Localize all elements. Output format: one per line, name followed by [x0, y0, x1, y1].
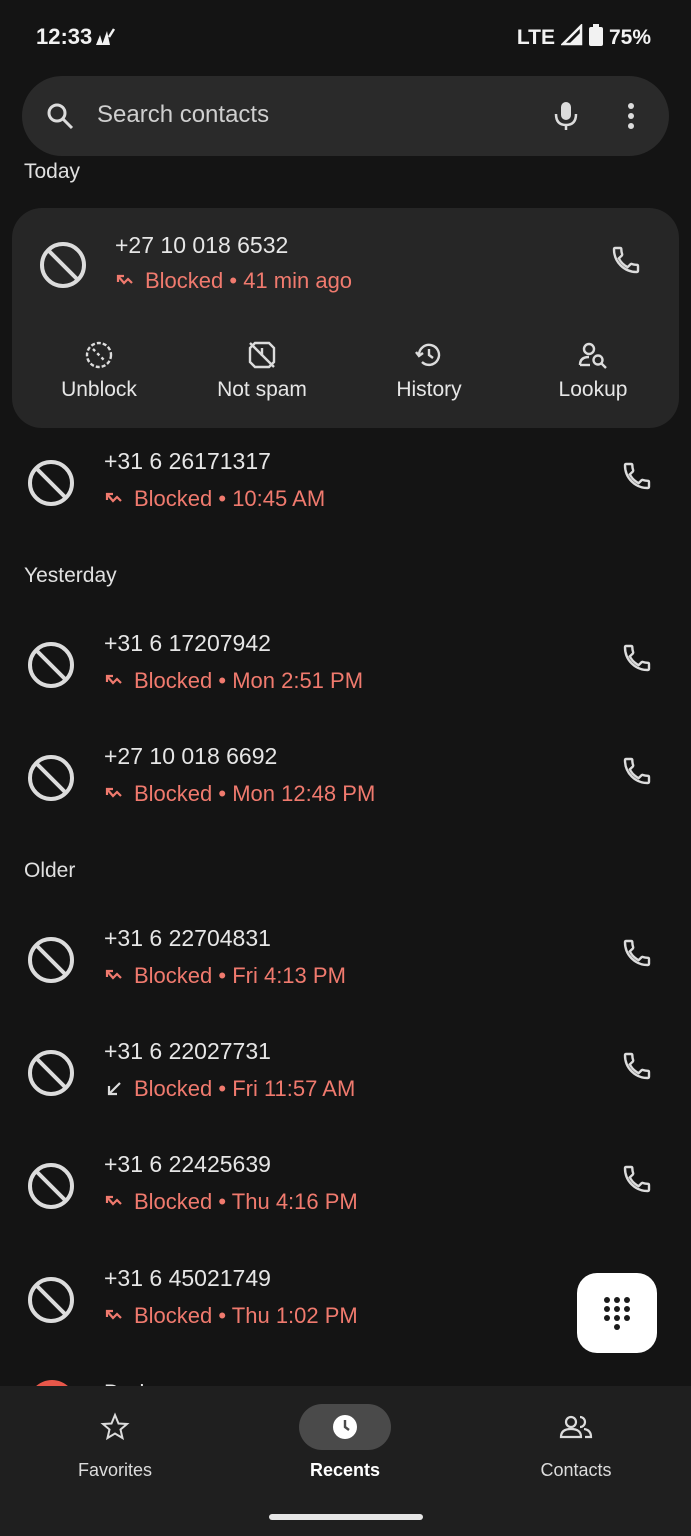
- missed-call-icon: [105, 1195, 122, 1206]
- call-number: +31 6 45021749: [104, 1265, 271, 1291]
- call-status: Blocked • Fri 11:57 AM: [104, 1076, 355, 1102]
- call-row[interactable]: +31 6 22425639 Blocked • Thu 4:16 PM: [0, 1133, 691, 1233]
- active-indicator: [299, 1404, 391, 1450]
- lookup-label: Lookup: [558, 378, 628, 401]
- section-header-today: Today: [24, 160, 81, 183]
- missed-call-icon: [105, 787, 122, 798]
- call-status-text: Blocked • 41 min ago: [145, 268, 353, 293]
- not-spam-icon: [248, 341, 276, 369]
- network-label: LTE: [516, 26, 555, 49]
- status-time: 12:33: [36, 24, 93, 49]
- call-status: Blocked • Mon 2:51 PM: [104, 668, 363, 694]
- search-icon: [46, 102, 74, 135]
- call-status: Blocked • 41 min ago: [115, 268, 352, 294]
- more-options-icon[interactable]: [621, 100, 641, 137]
- status-bar: 12:33 LTE 75%: [0, 0, 691, 76]
- call-button[interactable]: [621, 1050, 653, 1087]
- blocked-icon: [26, 1275, 76, 1330]
- dialpad-icon: [604, 1297, 630, 1330]
- call-button[interactable]: [621, 1163, 653, 1200]
- call-row[interactable]: +27 10 018 6692 Blocked • Mon 12:48 PM: [0, 725, 691, 825]
- unblock-button[interactable]: Unblock: [24, 340, 174, 402]
- call-status-text: Blocked • 10:45 AM: [134, 486, 326, 511]
- missed-call-icon: [105, 1309, 122, 1320]
- call-status: Blocked • 10:45 AM: [104, 486, 325, 512]
- call-number: +31 6 17207942: [104, 630, 271, 656]
- missed-call-icon: [105, 969, 122, 980]
- blocked-icon: [26, 753, 76, 808]
- wifi-calling-icon: [94, 27, 118, 52]
- history-label: History: [396, 378, 462, 401]
- blocked-icon: [26, 1161, 76, 1216]
- home-indicator[interactable]: [269, 1514, 423, 1520]
- lookup-icon: [578, 342, 607, 369]
- missed-call-icon: [105, 492, 122, 503]
- call-status-text: Blocked • Fri 11:57 AM: [134, 1076, 356, 1101]
- nav-contacts-label: Contacts: [540, 1460, 612, 1480]
- clock-icon: [333, 1415, 357, 1439]
- phone-recents-screen: 12:33 LTE 75% Search contacts Today +27 …: [0, 0, 691, 1536]
- call-number: +27 10 018 6692: [104, 743, 278, 769]
- call-number: +31 6 26171317: [104, 448, 271, 474]
- status-indicators: LTE 75%: [516, 22, 651, 52]
- call-button[interactable]: [621, 460, 653, 497]
- mic-icon[interactable]: [553, 100, 579, 137]
- nav-contacts[interactable]: Contacts: [496, 1404, 656, 1481]
- nav-favorites[interactable]: Favorites: [35, 1404, 195, 1481]
- star-icon: [100, 1412, 130, 1441]
- nav-recents-label: Recents: [309, 1460, 381, 1480]
- call-status: Blocked • Mon 12:48 PM: [104, 781, 375, 807]
- call-status: Blocked • Fri 4:13 PM: [104, 963, 346, 989]
- blocked-icon: [26, 1048, 76, 1103]
- call-status-text: Blocked • Mon 2:51 PM: [134, 668, 364, 693]
- unblock-icon: [85, 341, 113, 369]
- blocked-icon: [38, 240, 88, 295]
- expanded-call-card[interactable]: +27 10 018 6532 Blocked • 41 min ago Unb…: [12, 208, 679, 428]
- nav-favorites-label: Favorites: [77, 1460, 153, 1480]
- incoming-call-icon: [107, 1082, 121, 1096]
- signal-icon: [559, 22, 583, 52]
- search-input[interactable]: Search contacts: [97, 101, 269, 129]
- not-spam-button[interactable]: Not spam: [187, 340, 337, 402]
- call-button[interactable]: [621, 642, 653, 679]
- call-button[interactable]: [610, 244, 642, 281]
- call-status: Blocked • Thu 1:02 PM: [104, 1303, 358, 1329]
- lookup-button[interactable]: Lookup: [518, 340, 668, 402]
- missed-call-icon: [116, 274, 133, 285]
- dialpad-button[interactable]: [577, 1273, 657, 1353]
- call-status-text: Blocked • Thu 4:16 PM: [134, 1189, 358, 1214]
- battery-percent: 75%: [608, 26, 651, 49]
- call-number: +31 6 22425639: [104, 1151, 271, 1177]
- section-header-older: Older: [24, 859, 76, 882]
- call-status-text: Blocked • Fri 4:13 PM: [134, 963, 346, 988]
- call-row[interactable]: +31 6 22704831 Blocked • Fri 4:13 PM: [0, 907, 691, 1007]
- bottom-navigation: Favorites Recents Contacts: [0, 1386, 691, 1536]
- call-number: +31 6 22027731: [104, 1038, 271, 1064]
- call-status-text: Blocked • Mon 12:48 PM: [134, 781, 376, 806]
- search-bar[interactable]: Search contacts: [22, 76, 669, 156]
- nav-recents[interactable]: Recents: [265, 1404, 425, 1481]
- history-icon: [415, 343, 441, 367]
- call-row[interactable]: +31 6 26171317 Blocked • 10:45 AM: [0, 430, 691, 530]
- missed-call-icon: [105, 674, 122, 685]
- call-number: +31 6 22704831: [104, 925, 271, 951]
- not-spam-label: Not spam: [217, 378, 307, 401]
- call-row[interactable]: +31 6 22027731 Blocked • Fri 11:57 AM: [0, 1020, 691, 1120]
- section-header-yesterday: Yesterday: [24, 564, 117, 587]
- call-row[interactable]: +31 6 17207942 Blocked • Mon 2:51 PM: [0, 612, 691, 712]
- call-button[interactable]: [621, 755, 653, 792]
- call-number: +27 10 018 6532: [115, 232, 289, 258]
- contacts-icon: [559, 1415, 593, 1439]
- call-button[interactable]: [621, 937, 653, 974]
- unblock-label: Unblock: [61, 378, 137, 401]
- battery-icon: [588, 24, 603, 52]
- blocked-icon: [26, 458, 76, 513]
- call-status: Blocked • Thu 4:16 PM: [104, 1189, 358, 1215]
- blocked-icon: [26, 935, 76, 990]
- blocked-icon: [26, 640, 76, 695]
- history-button[interactable]: History: [354, 340, 504, 402]
- call-status-text: Blocked • Thu 1:02 PM: [134, 1303, 358, 1328]
